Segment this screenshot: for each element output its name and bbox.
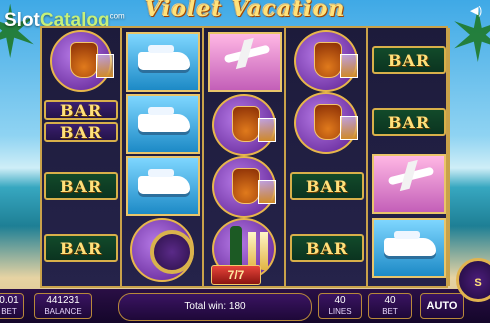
watch-icon [150, 230, 194, 274]
plane-icon [223, 44, 271, 64]
glass-icon [340, 116, 358, 140]
reel-3 [206, 28, 286, 286]
flute-icon [260, 232, 268, 270]
game-title: Violet Vacation [144, 0, 346, 22]
bet-value: 0.01 [0, 295, 19, 306]
cognac-symbol [212, 156, 276, 218]
plane-symbol [208, 32, 282, 92]
reel-5: BAR BAR [370, 28, 450, 286]
balance-display: 441231 BALANCE [34, 293, 92, 319]
lines-label: LINES [328, 307, 352, 316]
yacht-symbol [126, 94, 200, 154]
yacht-icon [138, 45, 190, 70]
bar-symbol: BAR [44, 122, 118, 142]
bet2-label: BET [382, 307, 398, 316]
lines-value: 40 [334, 295, 346, 306]
cognac-symbol [294, 92, 358, 154]
reel-2 [124, 28, 204, 286]
bar-symbol: BAR [290, 172, 364, 200]
cognac-icon [314, 104, 342, 140]
bar-symbol: BAR [290, 234, 364, 262]
bar-symbol: BAR [44, 100, 118, 120]
bet-value-button[interactable]: 0.01 BET [0, 293, 24, 319]
bet-button[interactable]: 40 BET [368, 293, 412, 319]
total-win-display: Total win: 180 [118, 293, 312, 321]
reel-1: BAR BAR BAR BAR [42, 28, 122, 286]
cognac-icon [232, 106, 260, 142]
yacht-icon [138, 107, 190, 132]
watch-symbol [130, 218, 194, 282]
cognac-icon [232, 168, 260, 204]
bar-symbol: BAR [44, 234, 118, 262]
yacht-icon [138, 169, 190, 194]
balance-value: 441231 [46, 295, 80, 306]
glass-icon [340, 54, 358, 78]
bar-symbol: BAR [372, 108, 446, 136]
win-line-badge: 7/7 [211, 265, 261, 285]
cognac-symbol [50, 30, 114, 92]
sound-icon[interactable]: ◀) [470, 4, 484, 18]
reel-grid: BAR BAR BAR BAR BAR BAR BAR BAR [40, 26, 450, 288]
reel-4: BAR BAR [288, 28, 368, 286]
cognac-symbol [212, 94, 276, 156]
auto-button[interactable]: AUTO [420, 293, 464, 319]
bet2-value: 40 [384, 295, 396, 306]
balance-label: BALANCE [44, 307, 82, 316]
yacht-icon [384, 231, 436, 256]
control-bar: 0.01 BET 441231 BALANCE Total win: 180 4… [0, 289, 490, 323]
cognac-symbol [294, 30, 358, 92]
glass-icon [258, 118, 276, 142]
yacht-symbol [126, 32, 200, 92]
cognac-icon [70, 42, 98, 78]
yacht-symbol [126, 156, 200, 216]
lines-button[interactable]: 40 LINES [318, 293, 362, 319]
game-background: ✶ ✶ SlotCatalogcom Violet Vacation ◀) BA… [0, 0, 490, 323]
bet-label: BET [1, 307, 17, 316]
plane-icon [387, 166, 435, 186]
bar-symbol: BAR [372, 46, 446, 74]
plane-symbol [372, 154, 446, 214]
yacht-symbol [372, 218, 446, 278]
glass-icon [96, 54, 114, 78]
glass-icon [258, 180, 276, 204]
cognac-icon [314, 42, 342, 78]
bar-symbol: BAR [44, 172, 118, 200]
